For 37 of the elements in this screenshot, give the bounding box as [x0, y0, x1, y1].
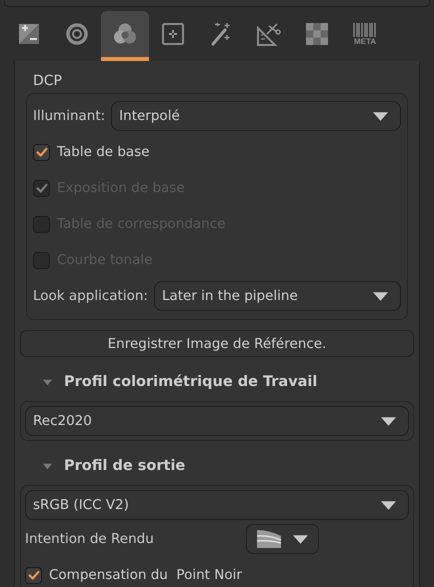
caret-icon: [373, 112, 388, 120]
crop-icon: [162, 23, 184, 45]
intent-dropdown[interactable]: [246, 524, 319, 554]
save-reference-button[interactable]: Enregistrer Image de Référence.: [20, 330, 414, 357]
checkbox[interactable]: [33, 144, 50, 160]
field-label: Look application:: [33, 288, 148, 304]
checkmark-icon: [34, 145, 48, 159]
field-label: Intention de Rendu: [25, 531, 154, 547]
illuminant-dropdown[interactable]: Interpolé: [111, 101, 401, 131]
checkmark-icon: [26, 568, 40, 582]
caret-icon: [381, 416, 396, 426]
look-dropdown[interactable]: Later in the pipeline: [154, 281, 401, 311]
profile-dropdown[interactable]: Rec2020: [25, 406, 409, 436]
checkbox-label: Compensation du Point Noir: [49, 567, 242, 583]
tab[interactable]: META: [341, 11, 389, 61]
caret-icon: [373, 292, 388, 300]
expander-icon: [43, 378, 52, 386]
field-label: Illuminant:: [33, 108, 106, 124]
ruler-scissors-icon: [257, 22, 281, 46]
section-header[interactable]: Profil de sortie: [19, 441, 415, 485]
tab[interactable]: [101, 11, 149, 61]
profile-dropdown[interactable]: sRGB (ICC V2): [25, 490, 409, 520]
caret-icon: [293, 534, 308, 544]
checkbox[interactable]: [25, 566, 42, 584]
barcode-icon: [353, 22, 377, 36]
magic-wand-icon: [210, 22, 232, 46]
section-header[interactable]: Profil colorimétrique de Travail: [19, 357, 415, 401]
curve-icon: [257, 530, 281, 548]
expander-icon: [43, 462, 52, 470]
exposure-icon: [18, 23, 40, 45]
caret-icon: [381, 500, 396, 510]
color-circles-icon: [113, 23, 137, 45]
checkmark-icon: [34, 181, 48, 195]
section-title: DCP: [32, 72, 63, 91]
checkerboard-icon: [306, 23, 328, 45]
lens-icon: [66, 23, 88, 45]
checkbox-label: Table de base: [57, 144, 150, 160]
